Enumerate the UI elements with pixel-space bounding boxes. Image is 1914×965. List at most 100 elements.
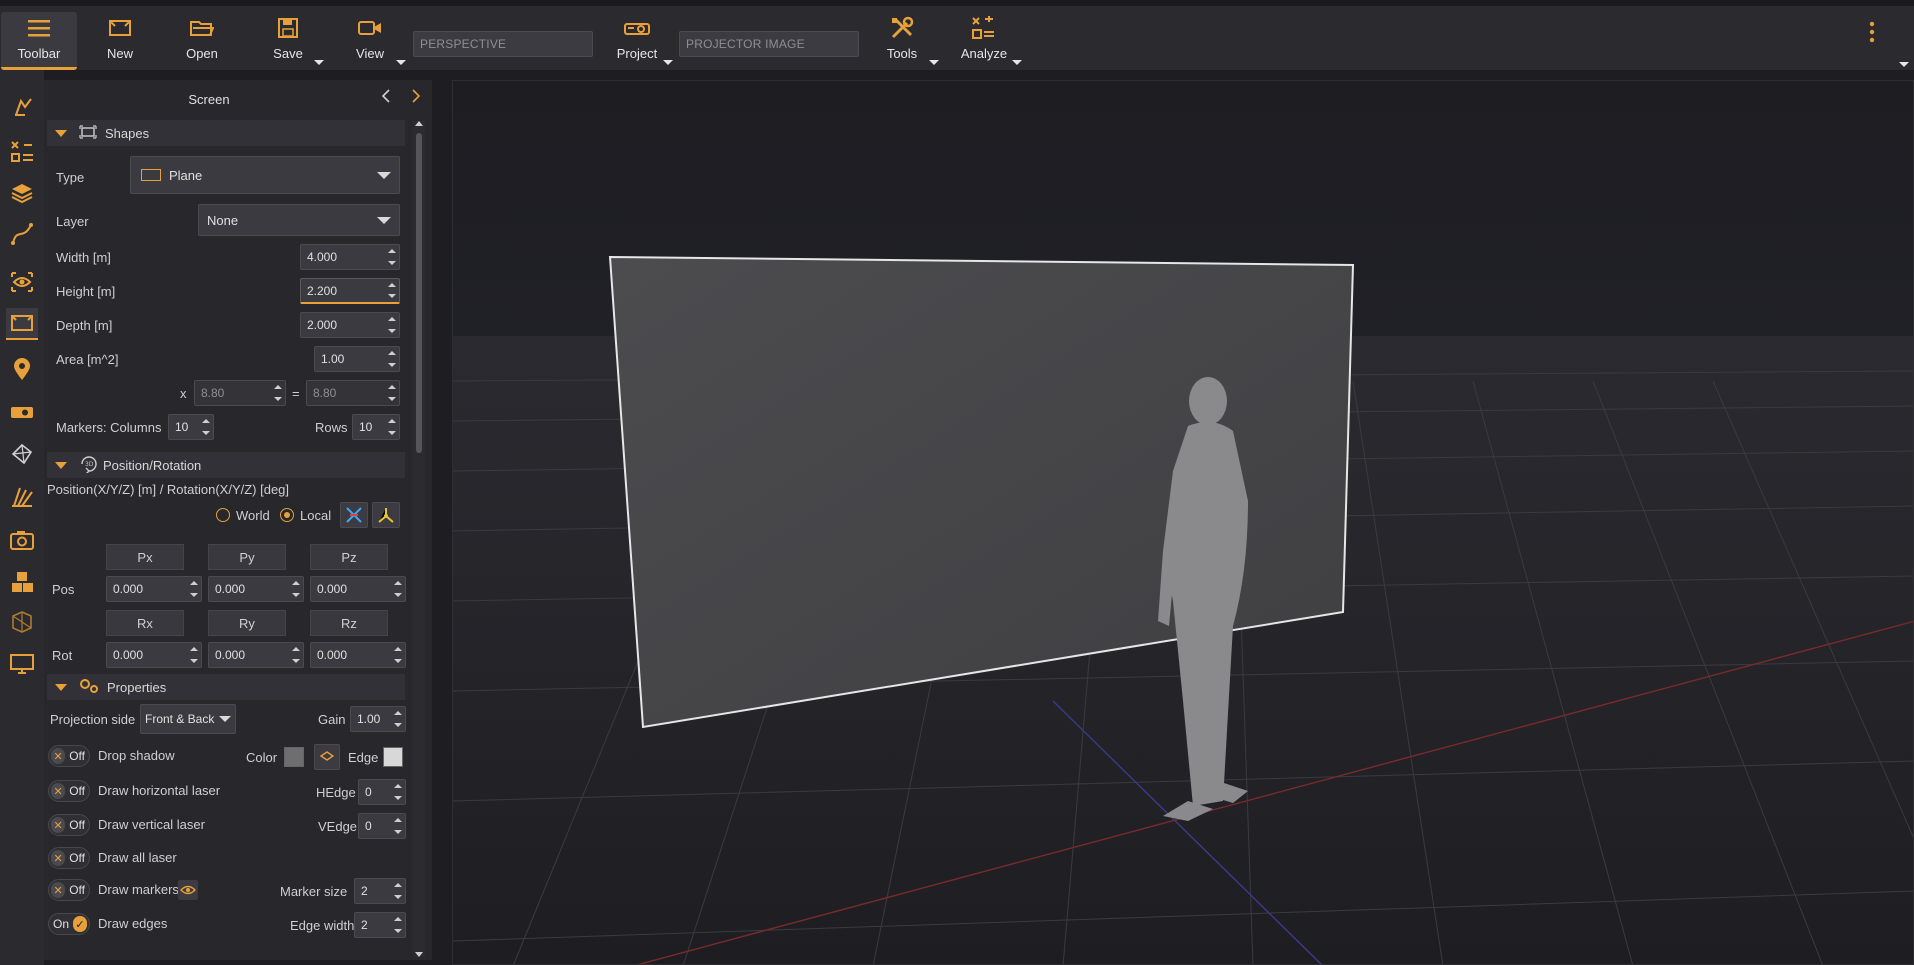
video-camera-icon [358,12,382,44]
height-input[interactable]: 2.200 [300,278,400,304]
camera-icon[interactable] [6,524,38,556]
properties-panel: Screen Shapes Type Plane Layer None Widt… [44,80,432,960]
tools-button[interactable]: Tools [872,12,932,70]
scroll-down-icon[interactable] [415,952,423,957]
world-radio[interactable] [216,508,230,522]
toolbar-collapse-caret-icon[interactable] [1899,62,1909,67]
edge-width-label: Edge width [290,918,355,933]
tools-label: Tools [886,46,918,61]
chevron-down-icon [219,716,231,722]
rot-z-input[interactable]: 0.000 [310,642,406,668]
area-factor-a-input[interactable]: 8.80 [194,380,286,406]
geometry-icon[interactable] [6,438,38,470]
collapse-triangle-icon [55,129,67,137]
shapes-section-header[interactable]: Shapes [47,120,405,146]
axes-gizmo-button[interactable] [340,502,368,528]
gain-label: Gain [318,712,346,727]
project-mode-field[interactable]: PROJECTOR IMAGE [679,31,859,57]
pz-header: Pz [310,544,388,570]
rot-x-input[interactable]: 0.000 [106,642,202,668]
color-swatch[interactable] [284,747,304,767]
color-picker-button[interactable] [314,744,340,770]
depth-label: Depth [m] [56,318,113,333]
marker-size-input[interactable]: 2 [354,878,406,904]
project-dropdown-caret-icon[interactable] [663,60,673,65]
hamburger-icon [28,12,50,44]
folder-open-icon [190,12,214,44]
save-dropdown-caret-icon[interactable] [314,60,324,65]
analyze-dropdown-caret-icon[interactable] [1012,60,1022,65]
area-factor-b-input[interactable]: 8.80 [306,380,400,406]
laser-icon[interactable] [6,480,38,512]
main-toolbar: Toolbar New Open Save View PERSPECTIVE P… [0,0,1914,70]
3d-viewport[interactable] [452,80,1914,965]
scene-objects-icon[interactable] [6,136,38,168]
eye-icon[interactable] [6,266,38,298]
properties-section-header[interactable]: Properties [47,674,405,700]
depth-input[interactable]: 2.000 [300,312,400,338]
location-pin-icon[interactable] [6,353,38,385]
collapse-triangle-icon [55,461,67,469]
view-mode-field[interactable]: PERSPECTIVE [413,31,593,57]
toolbar-toggle-button[interactable]: Toolbar [1,12,77,70]
chevron-left-icon[interactable] [380,88,394,106]
marker-columns-input[interactable]: 10 [168,414,214,440]
cubes-icon[interactable] [6,566,38,598]
marker-rows-input[interactable]: 10 [352,414,400,440]
more-options-icon[interactable] [1868,20,1876,44]
draw-markers-toggle[interactable]: ✕ Off [48,879,90,901]
tools-dropdown-caret-icon[interactable] [929,60,939,65]
screen-icon[interactable] [6,308,38,340]
chevron-right-icon[interactable] [410,88,424,106]
layer-select[interactable]: None [198,204,400,236]
projector-icon[interactable] [6,396,38,428]
projection-side-select[interactable]: Front & Back [140,704,236,734]
pos-x-input[interactable]: 0.000 [106,576,202,602]
open-button[interactable]: Open [172,12,232,70]
all-laser-toggle[interactable]: ✕ Off [48,847,90,869]
position-section-header[interactable]: 3D Position/Rotation [47,452,405,478]
analyze-button[interactable]: Analyze [954,12,1014,70]
type-select-value: Plane [169,167,203,183]
draw-edges-toggle[interactable]: ✓ On [48,913,90,935]
markers-visibility-eye-icon[interactable] [178,880,198,900]
panel-scrollbar[interactable] [413,121,425,957]
position-section-label: Position/Rotation [103,457,202,473]
vertical-laser-toggle[interactable]: ✕ Off [48,814,90,836]
rot-y-input[interactable]: 0.000 [208,642,304,668]
pointer-icon[interactable] [6,90,38,122]
collapse-triangle-icon [55,683,67,691]
pos-y-input[interactable]: 0.000 [208,576,304,602]
save-disk-icon [278,12,298,44]
curve-icon[interactable] [6,218,38,250]
local-radio[interactable] [280,508,294,522]
calibration-icon[interactable] [6,606,38,638]
edge-color-swatch[interactable] [383,747,403,767]
shapes-icon [79,124,97,142]
width-input[interactable]: 4.000 [300,244,400,270]
hedge-input[interactable]: 0 [358,779,406,805]
project-button[interactable]: Project [607,12,667,70]
pivot-gizmo-button[interactable] [372,502,400,528]
view-dropdown-caret-icon[interactable] [396,60,406,65]
layer-select-value: None [207,212,239,228]
save-button[interactable]: Save [258,12,318,70]
new-button[interactable]: New [90,12,150,70]
drop-shadow-toggle[interactable]: ✕ Off [48,745,90,767]
edge-width-input[interactable]: 2 [354,912,406,938]
layers-icon[interactable] [6,177,38,209]
area-input[interactable]: 1.00 [314,346,400,372]
display-icon[interactable] [6,648,38,680]
type-select[interactable]: Plane [130,156,400,194]
chevron-down-icon [377,217,391,224]
pos-z-input[interactable]: 0.000 [310,576,406,602]
rx-header: Rx [106,610,184,636]
view-button[interactable]: View [340,12,400,70]
scrollbar-thumb[interactable] [416,133,422,453]
vedge-input[interactable]: 0 [358,813,406,839]
rz-header: Rz [310,610,388,636]
gain-input[interactable]: 1.00 [350,706,406,732]
view-label: View [356,46,384,61]
scroll-up-icon[interactable] [415,121,423,126]
horizontal-laser-toggle[interactable]: ✕ Off [48,780,90,802]
